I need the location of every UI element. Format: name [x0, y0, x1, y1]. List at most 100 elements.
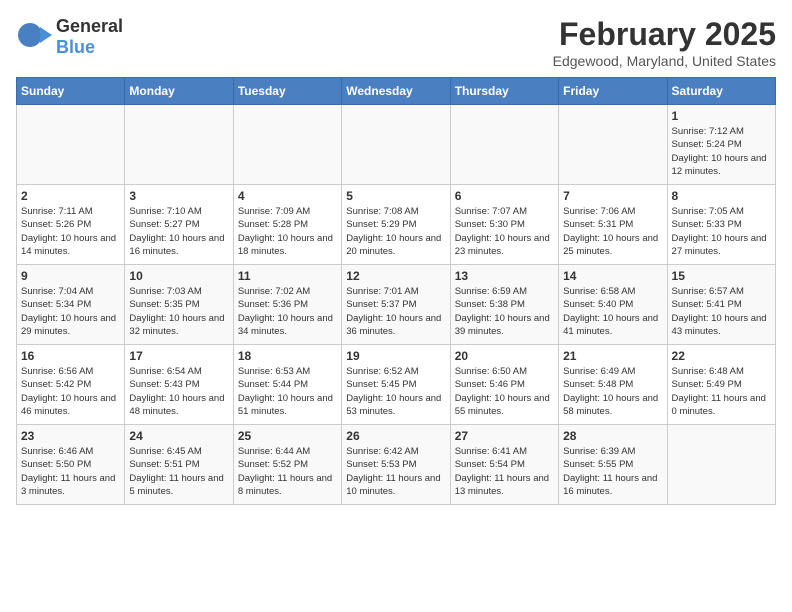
calendar-cell: 23 Sunrise: 6:46 AM Sunset: 5:50 PM Dayli… [17, 425, 125, 505]
month-title: February 2025 [553, 16, 776, 53]
day-number: 5 [346, 189, 445, 203]
calendar-week-3: 16 Sunrise: 6:56 AM Sunset: 5:42 PM Dayli… [17, 345, 776, 425]
calendar-cell: 17 Sunrise: 6:54 AM Sunset: 5:43 PM Dayli… [125, 345, 233, 425]
cell-text: Sunrise: 7:09 AM Sunset: 5:28 PM Dayligh… [238, 205, 337, 258]
logo-general: General [56, 16, 123, 36]
calendar-week-0: 1 Sunrise: 7:12 AM Sunset: 5:24 PM Daylig… [17, 105, 776, 185]
calendar-cell: 12 Sunrise: 7:01 AM Sunset: 5:37 PM Dayli… [342, 265, 450, 345]
day-number: 4 [238, 189, 337, 203]
calendar-cell: 18 Sunrise: 6:53 AM Sunset: 5:44 PM Dayli… [233, 345, 341, 425]
calendar-cell: 7 Sunrise: 7:06 AM Sunset: 5:31 PM Daylig… [559, 185, 667, 265]
cell-text: Sunrise: 6:41 AM Sunset: 5:54 PM Dayligh… [455, 445, 554, 498]
day-number: 16 [21, 349, 120, 363]
logo-icon [16, 17, 52, 58]
day-number: 1 [672, 109, 771, 123]
cell-text: Sunrise: 7:03 AM Sunset: 5:35 PM Dayligh… [129, 285, 228, 338]
cell-text: Sunrise: 6:48 AM Sunset: 5:49 PM Dayligh… [672, 365, 771, 418]
calendar-cell [559, 105, 667, 185]
cell-text: Sunrise: 6:42 AM Sunset: 5:53 PM Dayligh… [346, 445, 445, 498]
calendar-cell: 2 Sunrise: 7:11 AM Sunset: 5:26 PM Daylig… [17, 185, 125, 265]
cell-text: Sunrise: 6:50 AM Sunset: 5:46 PM Dayligh… [455, 365, 554, 418]
day-number: 6 [455, 189, 554, 203]
calendar-cell: 1 Sunrise: 7:12 AM Sunset: 5:24 PM Daylig… [667, 105, 775, 185]
calendar-cell: 20 Sunrise: 6:50 AM Sunset: 5:46 PM Dayli… [450, 345, 558, 425]
cell-text: Sunrise: 7:01 AM Sunset: 5:37 PM Dayligh… [346, 285, 445, 338]
calendar-cell [17, 105, 125, 185]
calendar-cell: 8 Sunrise: 7:05 AM Sunset: 5:33 PM Daylig… [667, 185, 775, 265]
cell-text: Sunrise: 7:04 AM Sunset: 5:34 PM Dayligh… [21, 285, 120, 338]
cell-text: Sunrise: 6:59 AM Sunset: 5:38 PM Dayligh… [455, 285, 554, 338]
day-number: 18 [238, 349, 337, 363]
calendar-cell: 28 Sunrise: 6:39 AM Sunset: 5:55 PM Dayli… [559, 425, 667, 505]
day-number: 13 [455, 269, 554, 283]
cell-text: Sunrise: 6:39 AM Sunset: 5:55 PM Dayligh… [563, 445, 662, 498]
cell-text: Sunrise: 7:10 AM Sunset: 5:27 PM Dayligh… [129, 205, 228, 258]
header-cell-friday: Friday [559, 78, 667, 105]
logo-blue: Blue [56, 37, 95, 57]
day-number: 26 [346, 429, 445, 443]
header-cell-saturday: Saturday [667, 78, 775, 105]
calendar-cell: 26 Sunrise: 6:42 AM Sunset: 5:53 PM Dayli… [342, 425, 450, 505]
calendar-body: 1 Sunrise: 7:12 AM Sunset: 5:24 PM Daylig… [17, 105, 776, 505]
cell-text: Sunrise: 7:07 AM Sunset: 5:30 PM Dayligh… [455, 205, 554, 258]
title-area: February 2025 Edgewood, Maryland, United… [553, 16, 776, 69]
cell-text: Sunrise: 7:11 AM Sunset: 5:26 PM Dayligh… [21, 205, 120, 258]
calendar-cell: 6 Sunrise: 7:07 AM Sunset: 5:30 PM Daylig… [450, 185, 558, 265]
logo: General Blue [16, 16, 123, 58]
day-number: 21 [563, 349, 662, 363]
calendar-cell: 25 Sunrise: 6:44 AM Sunset: 5:52 PM Dayli… [233, 425, 341, 505]
calendar-cell: 10 Sunrise: 7:03 AM Sunset: 5:35 PM Dayli… [125, 265, 233, 345]
day-number: 14 [563, 269, 662, 283]
cell-text: Sunrise: 7:02 AM Sunset: 5:36 PM Dayligh… [238, 285, 337, 338]
calendar-cell: 14Sunrise: 6:58 AM Sunset: 5:40 PM Dayli… [559, 265, 667, 345]
cell-text: Sunrise: 6:57 AM Sunset: 5:41 PM Dayligh… [672, 285, 771, 338]
day-number: 19 [346, 349, 445, 363]
day-number: 12 [346, 269, 445, 283]
cell-text: Sunrise: 6:46 AM Sunset: 5:50 PM Dayligh… [21, 445, 120, 498]
day-number: 2 [21, 189, 120, 203]
header-cell-sunday: Sunday [17, 78, 125, 105]
calendar-cell: 9 Sunrise: 7:04 AM Sunset: 5:34 PM Daylig… [17, 265, 125, 345]
cell-text: Sunrise: 7:12 AM Sunset: 5:24 PM Dayligh… [672, 125, 771, 178]
calendar-header-row: SundayMondayTuesdayWednesdayThursdayFrid… [17, 78, 776, 105]
day-number: 15 [672, 269, 771, 283]
header-cell-wednesday: Wednesday [342, 78, 450, 105]
location-title: Edgewood, Maryland, United States [553, 53, 776, 69]
calendar-cell: 21 Sunrise: 6:49 AM Sunset: 5:48 PM Dayli… [559, 345, 667, 425]
cell-text: Sunrise: 6:44 AM Sunset: 5:52 PM Dayligh… [238, 445, 337, 498]
calendar-cell: 11Sunrise: 7:02 AM Sunset: 5:36 PM Dayli… [233, 265, 341, 345]
day-number: 17 [129, 349, 228, 363]
day-number: 28 [563, 429, 662, 443]
calendar-cell: 15 Sunrise: 6:57 AM Sunset: 5:41 PM Dayli… [667, 265, 775, 345]
day-number: 8 [672, 189, 771, 203]
day-number: 10 [129, 269, 228, 283]
day-number: 20 [455, 349, 554, 363]
day-number: 9 [21, 269, 120, 283]
calendar-cell: 4 Sunrise: 7:09 AM Sunset: 5:28 PM Daylig… [233, 185, 341, 265]
header-cell-monday: Monday [125, 78, 233, 105]
cell-text: Sunrise: 6:56 AM Sunset: 5:42 PM Dayligh… [21, 365, 120, 418]
calendar-cell: 19Sunrise: 6:52 AM Sunset: 5:45 PM Dayli… [342, 345, 450, 425]
calendar-cell: 13 Sunrise: 6:59 AM Sunset: 5:38 PM Dayli… [450, 265, 558, 345]
calendar-cell: 3 Sunrise: 7:10 AM Sunset: 5:27 PM Daylig… [125, 185, 233, 265]
header-cell-thursday: Thursday [450, 78, 558, 105]
day-number: 23 [21, 429, 120, 443]
day-number: 22 [672, 349, 771, 363]
calendar-cell: 16 Sunrise: 6:56 AM Sunset: 5:42 PM Dayli… [17, 345, 125, 425]
cell-text: Sunrise: 6:53 AM Sunset: 5:44 PM Dayligh… [238, 365, 337, 418]
cell-text: Sunrise: 7:06 AM Sunset: 5:31 PM Dayligh… [563, 205, 662, 258]
calendar-cell [450, 105, 558, 185]
cell-text: Sunrise: 6:54 AM Sunset: 5:43 PM Dayligh… [129, 365, 228, 418]
day-number: 7 [563, 189, 662, 203]
calendar-cell [667, 425, 775, 505]
calendar-week-4: 23 Sunrise: 6:46 AM Sunset: 5:50 PM Dayli… [17, 425, 776, 505]
day-number: 27 [455, 429, 554, 443]
calendar-cell: 5Sunrise: 7:08 AM Sunset: 5:29 PM Daylig… [342, 185, 450, 265]
day-number: 3 [129, 189, 228, 203]
cell-text: Sunrise: 7:05 AM Sunset: 5:33 PM Dayligh… [672, 205, 771, 258]
logo-text: General Blue [56, 16, 123, 58]
calendar-week-1: 2 Sunrise: 7:11 AM Sunset: 5:26 PM Daylig… [17, 185, 776, 265]
cell-text: Sunrise: 6:49 AM Sunset: 5:48 PM Dayligh… [563, 365, 662, 418]
calendar-cell: 27 Sunrise: 6:41 AM Sunset: 5:54 PM Dayli… [450, 425, 558, 505]
day-number: 25 [238, 429, 337, 443]
